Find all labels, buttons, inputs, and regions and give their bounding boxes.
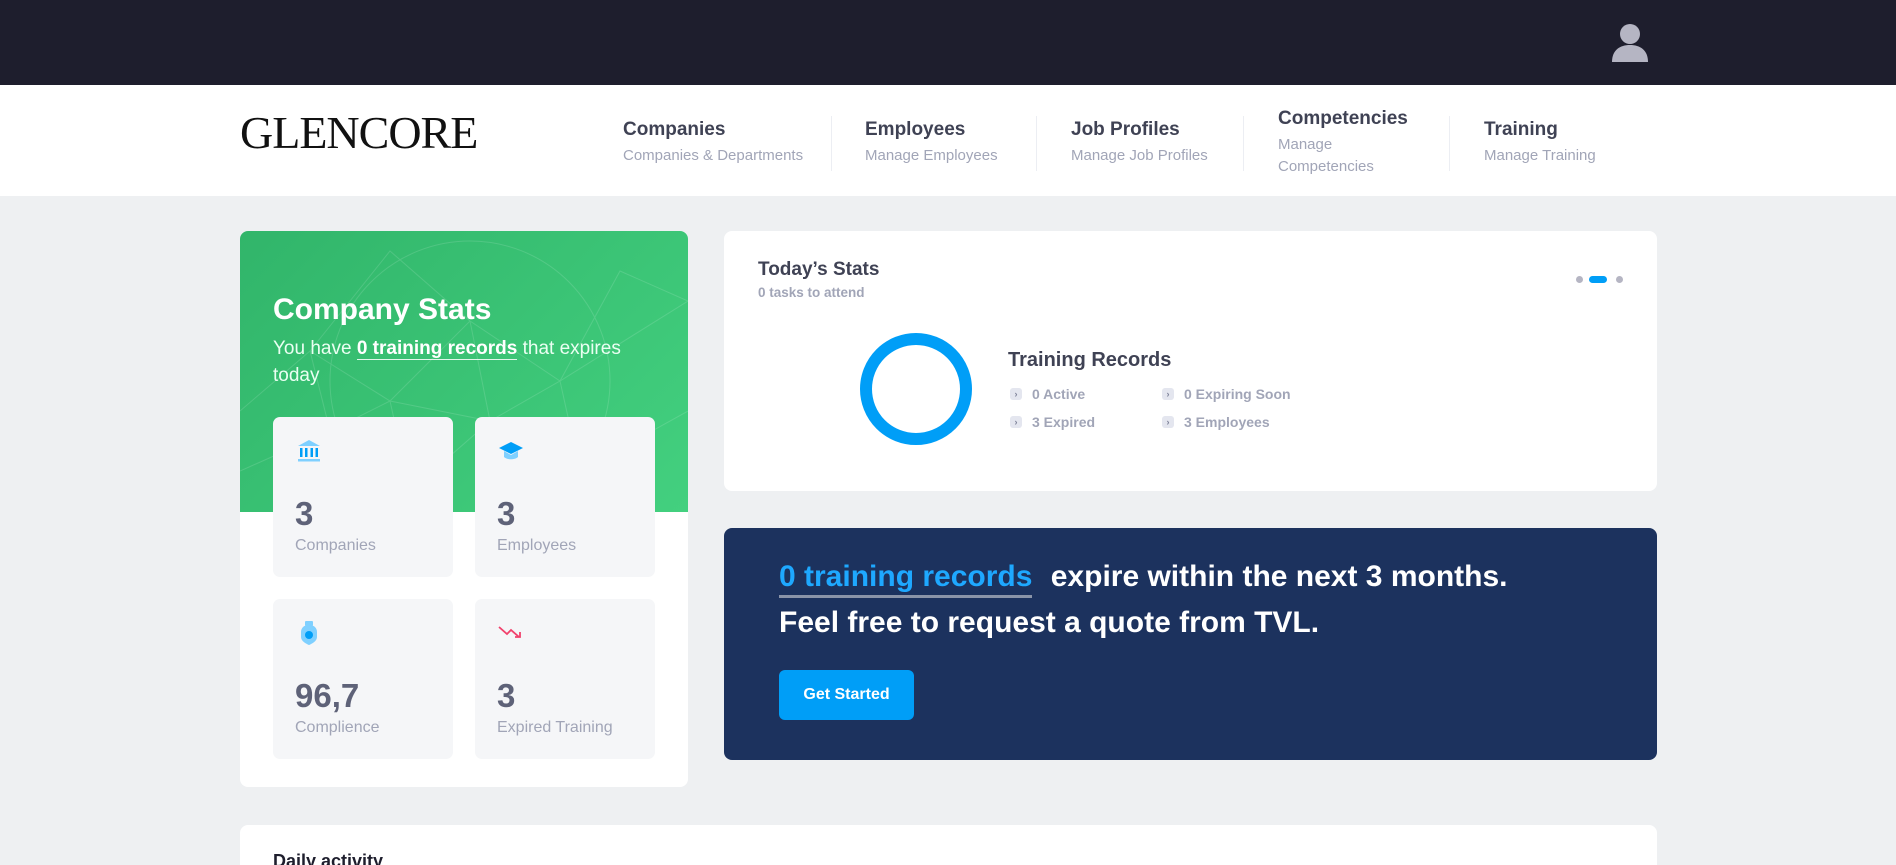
shield-badge-icon [301, 621, 317, 645]
nav-companies[interactable]: Companies Companies & Departments [623, 85, 803, 196]
top-bar [0, 0, 1896, 85]
daily-activity-title: Daily activity [273, 851, 384, 865]
stat-expired: › 3 Expired [1010, 414, 1095, 430]
stat-tile-compliance[interactable]: 96,7 Complience [273, 599, 453, 759]
stat-expiring-soon-label: 0 Expiring Soon [1184, 386, 1291, 402]
stat-employees-label: 3 Employees [1184, 414, 1270, 430]
nav-subtitle: Manage Training [1484, 146, 1596, 164]
stat-tile-companies[interactable]: 3 Companies [273, 417, 453, 577]
bank-icon [298, 440, 320, 462]
training-records-title: Training Records [1008, 349, 1172, 371]
compliance-value: 96,7 [295, 677, 360, 714]
stat-tile-expired-training[interactable]: 3 Expired Training [475, 599, 655, 759]
nav-training[interactable]: Training Manage Training [1484, 85, 1596, 196]
nav-subtitle: Manage Employees [865, 146, 998, 164]
nav-subtitle: Companies & Departments [623, 146, 804, 164]
nav-divider [1243, 116, 1244, 171]
todays-stats-card: Today’s Stats 0 tasks to attend Training… [724, 231, 1657, 491]
expired-training-label: Expired Training [497, 719, 613, 736]
get-started-button[interactable]: Get Started [779, 670, 914, 720]
daily-activity-card: Daily activity [240, 825, 1657, 865]
expiring-today-link[interactable]: 0 training records [356, 338, 518, 360]
nav-title: Competencies [1278, 108, 1408, 129]
company-stats-text-before: You have [273, 338, 357, 359]
stat-employees: › 3 Employees [1162, 414, 1270, 430]
nav-subtitle: Manage Job Profiles [1071, 146, 1208, 164]
employees-count: 3 [497, 495, 516, 532]
glencore-logo[interactable]: GLENCORE [240, 110, 478, 156]
nav-divider [1449, 116, 1450, 171]
carousel-dot-1[interactable] [1576, 276, 1583, 283]
quote-cta-card: 0 training records expire within the nex… [724, 528, 1657, 760]
graduation-cap-icon [499, 442, 523, 460]
stat-active: › 0 Active [1010, 386, 1085, 402]
chevron-right-icon: › [1162, 416, 1174, 428]
stat-expiring-soon: › 0 Expiring Soon [1162, 386, 1291, 402]
companies-count: 3 [295, 495, 314, 532]
cta-training-records-link[interactable]: 0 training records [779, 560, 1033, 598]
company-stats-title: Company Stats [273, 293, 492, 326]
nav-title: Employees [865, 119, 966, 140]
nav-title: Training [1484, 119, 1558, 140]
nav-title: Job Profiles [1071, 119, 1180, 140]
training-records-donut-chart [860, 333, 972, 445]
carousel-dot-3[interactable] [1616, 276, 1623, 283]
employees-label: Employees [497, 537, 577, 554]
chevron-right-icon: › [1010, 388, 1022, 400]
todays-stats-title: Today’s Stats [758, 259, 880, 280]
nav-employees[interactable]: Employees Manage Employees [865, 85, 998, 196]
chevron-right-icon: › [1010, 416, 1022, 428]
nav-title: Companies [623, 119, 726, 140]
companies-label: Companies [295, 537, 376, 554]
nav-job-profiles[interactable]: Job Profiles Manage Job Profiles [1071, 85, 1208, 196]
user-avatar-icon[interactable] [1608, 20, 1652, 64]
stat-tile-employees[interactable]: 3 Employees [475, 417, 655, 577]
cta-headline-line-2: Feel free to request a quote from TVL. [779, 606, 1320, 639]
nav-divider [831, 116, 832, 171]
company-stats-card: Company Stats You have 0 training record… [240, 231, 688, 787]
cta-headline-line-1: 0 training records expire within the nex… [779, 560, 1508, 598]
chevron-right-icon: › [1162, 388, 1174, 400]
todays-stats-subtitle: 0 tasks to attend [758, 285, 865, 300]
stat-expired-label: 3 Expired [1032, 414, 1096, 430]
company-stats-text: You have 0 training records that expires… [273, 336, 663, 389]
cta-line-1-text: expire within the next 3 months. [1050, 560, 1508, 593]
nav-competencies[interactable]: Competencies Manage Competencies [1278, 85, 1418, 196]
stat-active-label: 0 Active [1032, 386, 1086, 402]
expired-training-count: 3 [497, 677, 516, 714]
carousel-indicators [1576, 275, 1626, 283]
compliance-label: Complience [295, 719, 380, 736]
carousel-dot-2[interactable] [1589, 276, 1607, 283]
nav-subtitle: Manage Competencies [1278, 135, 1374, 175]
trend-down-icon [498, 626, 521, 638]
nav-divider [1036, 116, 1037, 171]
